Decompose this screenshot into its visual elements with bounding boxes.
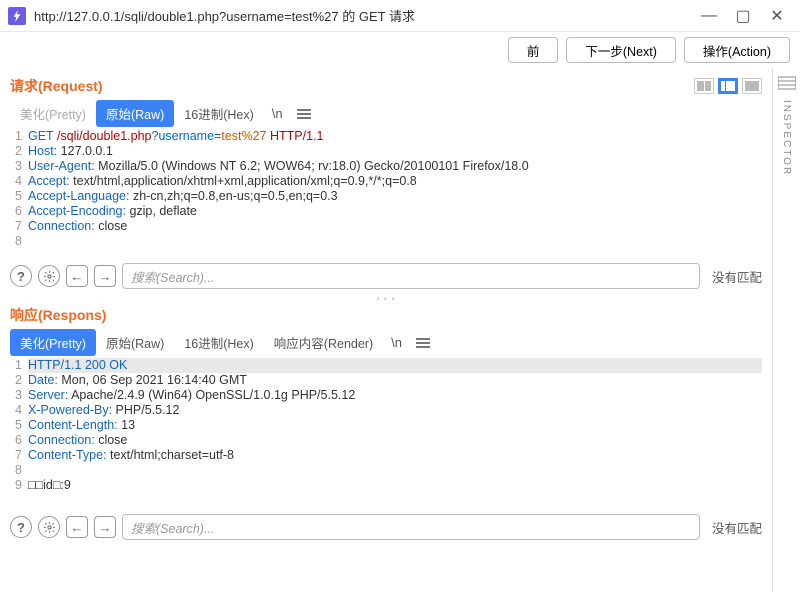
tab-newline[interactable]: \n <box>383 331 410 354</box>
response-search-input[interactable]: 搜索(Search)... <box>122 514 700 540</box>
arrow-left-icon[interactable]: ← <box>66 265 88 287</box>
action-button[interactable]: 操作(Action) <box>684 37 790 63</box>
arrow-right-icon[interactable]: → <box>94 516 116 538</box>
arrow-right-icon[interactable]: → <box>94 265 116 287</box>
response-title: 响应(Respons) <box>10 305 106 325</box>
maximize-button[interactable]: ▢ <box>736 9 750 23</box>
inspector-toggle-icon[interactable] <box>778 76 796 90</box>
code-line: 2Host: 127.0.0.1 <box>10 144 762 159</box>
split-handle[interactable]: • • • <box>10 293 762 305</box>
code-line: 8 <box>10 234 762 249</box>
code-line: 6Accept-Encoding: gzip, deflate <box>10 204 762 219</box>
tab-raw[interactable]: 原始(Raw) <box>96 100 174 127</box>
response-section: 响应(Respons) 美化(Pretty) 原始(Raw) 16进制(Hex)… <box>10 305 762 544</box>
request-no-match: 没有匹配 <box>706 267 762 286</box>
title-bar: http://127.0.0.1/sqli/double1.php?userna… <box>0 0 800 32</box>
inspector-sidebar[interactable]: INSPECTOR <box>772 68 800 592</box>
help-icon[interactable]: ? <box>10 265 32 287</box>
code-line: 3User-Agent: Mozilla/5.0 (Windows NT 6.2… <box>10 159 762 174</box>
tab-render[interactable]: 响应内容(Render) <box>264 329 383 356</box>
arrow-left-icon[interactable]: ← <box>66 516 88 538</box>
main-toolbar: 前 下一步(Next) 操作(Action) <box>0 32 800 68</box>
tab-pretty[interactable]: 美化(Pretty) <box>10 100 96 127</box>
layout-split-button[interactable] <box>718 78 738 94</box>
layout-switcher <box>694 78 762 94</box>
response-footer: ? ← → 搜索(Search)... 没有匹配 <box>10 510 762 544</box>
window-controls: — ▢ ✕ <box>702 9 784 23</box>
help-icon[interactable]: ? <box>10 516 32 538</box>
code-line: 7Content-Type: text/html;charset=utf-8 <box>10 448 762 463</box>
request-menu-icon[interactable] <box>291 103 317 125</box>
code-line: 8 <box>10 463 762 478</box>
gear-icon[interactable] <box>38 516 60 538</box>
prev-button[interactable]: 前 <box>508 37 559 63</box>
code-line: 5Accept-Language: zh-cn,zh;q=0.8,en-us;q… <box>10 189 762 204</box>
response-no-match: 没有匹配 <box>706 518 762 537</box>
response-body[interactable]: 1HTTP/1.1 200 OK2Date: Mon, 06 Sep 2021 … <box>10 358 762 508</box>
request-title: 请求(Request) <box>10 76 103 96</box>
response-tabs: 美化(Pretty) 原始(Raw) 16进制(Hex) 响应内容(Render… <box>10 329 762 356</box>
code-line: 1HTTP/1.1 200 OK <box>10 358 762 373</box>
layout-columns-button[interactable] <box>694 78 714 94</box>
tab-hex[interactable]: 16进制(Hex) <box>174 329 263 356</box>
gear-icon[interactable] <box>38 265 60 287</box>
code-line: 3Server: Apache/2.4.9 (Win64) OpenSSL/1.… <box>10 388 762 403</box>
code-line: 7Connection: close <box>10 219 762 234</box>
response-menu-icon[interactable] <box>410 332 436 354</box>
tab-newline[interactable]: \n <box>264 102 291 125</box>
tab-hex[interactable]: 16进制(Hex) <box>174 100 263 127</box>
next-button[interactable]: 下一步(Next) <box>566 37 676 63</box>
request-body[interactable]: 1GET /sqli/double1.php?username=test%27 … <box>10 129 762 257</box>
code-line: 9□□id□:9 <box>10 478 762 493</box>
tab-pretty[interactable]: 美化(Pretty) <box>10 329 96 356</box>
close-button[interactable]: ✕ <box>770 9 784 23</box>
request-footer: ? ← → 搜索(Search)... 没有匹配 <box>10 259 762 293</box>
inspector-label: INSPECTOR <box>781 100 792 176</box>
code-line: 5Content-Length: 13 <box>10 418 762 433</box>
code-line: 6Connection: close <box>10 433 762 448</box>
layout-single-button[interactable] <box>742 78 762 94</box>
minimize-button[interactable]: — <box>702 9 716 23</box>
request-tabs: 美化(Pretty) 原始(Raw) 16进制(Hex) \n <box>10 100 762 127</box>
code-line: 2Date: Mon, 06 Sep 2021 16:14:40 GMT <box>10 373 762 388</box>
app-icon <box>8 7 26 25</box>
window-title: http://127.0.0.1/sqli/double1.php?userna… <box>34 6 702 25</box>
code-line: 4Accept: text/html,application/xhtml+xml… <box>10 174 762 189</box>
code-line: 1GET /sqli/double1.php?username=test%27 … <box>10 129 762 144</box>
request-section: 请求(Request) 美化(Pretty) 原始(Raw) 16进制(Hex)… <box>10 76 762 293</box>
code-line: 4X-Powered-By: PHP/5.5.12 <box>10 403 762 418</box>
request-search-input[interactable]: 搜索(Search)... <box>122 263 700 289</box>
tab-raw[interactable]: 原始(Raw) <box>96 329 174 356</box>
